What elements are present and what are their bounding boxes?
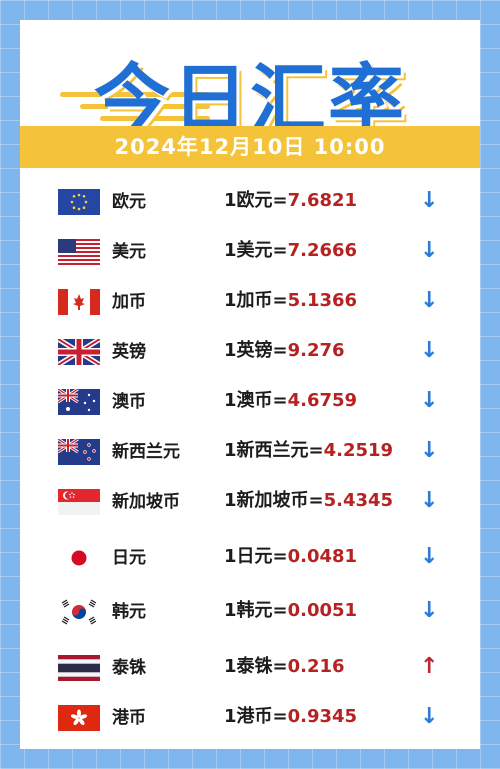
th-flag-icon bbox=[58, 655, 100, 681]
trend-up-arrow-icon: ↑ bbox=[420, 654, 439, 679]
trend-down-arrow-icon: ↓ bbox=[420, 488, 439, 513]
rate-value: 5.4345 bbox=[323, 490, 394, 511]
nz-flag-icon bbox=[58, 439, 100, 465]
hk-flag-icon bbox=[58, 705, 100, 731]
rate-row-hkd: 港币 1港币=0.9345 ↓ bbox=[20, 698, 480, 738]
trend-down-arrow-icon: ↓ bbox=[420, 238, 439, 263]
rate-value: 0.9345 bbox=[287, 706, 358, 727]
rate-text: 1美元=7.2666 bbox=[224, 237, 357, 265]
uk-flag-icon bbox=[58, 339, 100, 365]
rate-text: 1新西兰元=4.2519 bbox=[224, 437, 393, 465]
rate-label: 1新加坡币= bbox=[224, 490, 324, 511]
currency-name: 日元 bbox=[112, 548, 146, 568]
rate-text: 1日元=0.0481 bbox=[224, 543, 357, 571]
currency-name: 新西兰元 bbox=[112, 442, 180, 462]
rate-text: 1英镑=9.276 bbox=[224, 337, 345, 365]
trend-down-arrow-icon: ↓ bbox=[420, 338, 439, 363]
rate-text: 1欧元=7.6821 bbox=[224, 187, 357, 215]
currency-name: 欧元 bbox=[112, 192, 146, 212]
currency-name: 美元 bbox=[112, 242, 146, 262]
rate-label: 1澳币= bbox=[224, 390, 288, 411]
rate-row-usd: 美元 1美元=7.2666 ↓ bbox=[20, 232, 480, 272]
eu-flag-icon bbox=[58, 189, 100, 215]
rate-label: 1英镑= bbox=[224, 340, 288, 361]
currency-name: 英镑 bbox=[112, 342, 146, 362]
rate-value: 4.2519 bbox=[323, 440, 394, 461]
sg-flag-icon bbox=[58, 489, 100, 515]
rate-value: 7.6821 bbox=[287, 190, 358, 211]
rate-row-aud: 澳币 1澳币=4.6759 ↓ bbox=[20, 382, 480, 422]
rate-row-nzd: 新西兰元 1新西兰元=4.2519 ↓ bbox=[20, 432, 480, 472]
rate-label: 1新西兰元= bbox=[224, 440, 324, 461]
rate-value: 4.6759 bbox=[287, 390, 358, 411]
rate-value: 0.0051 bbox=[287, 600, 358, 621]
currency-name: 澳币 bbox=[112, 392, 146, 412]
rate-row-jpy: 日元 1日元=0.0481 ↓ bbox=[20, 538, 480, 578]
rate-label: 1欧元= bbox=[224, 190, 288, 211]
rate-row-krw: 韩元 1韩元=0.0051 ↓ bbox=[20, 592, 480, 632]
rate-label: 1加币= bbox=[224, 290, 288, 311]
rate-label: 1日元= bbox=[224, 546, 288, 567]
rate-row-cad: 加币 1加币=5.1366 ↓ bbox=[20, 282, 480, 322]
rate-text: 1澳币=4.6759 bbox=[224, 387, 357, 415]
trend-down-arrow-icon: ↓ bbox=[420, 188, 439, 213]
currency-name: 新加坡币 bbox=[112, 492, 180, 512]
rate-value: 7.2666 bbox=[287, 240, 358, 261]
currency-name: 加币 bbox=[112, 292, 146, 312]
rate-label: 1港币= bbox=[224, 706, 288, 727]
rate-row-eur: 欧元 1欧元=7.6821 ↓ bbox=[20, 182, 480, 222]
exchange-rate-card: 今日汇率 2024年12月10日 10:00 欧元 1欧元=7.6821 ↓ 美… bbox=[20, 20, 480, 749]
rate-row-sgd: 新加坡币 1新加坡币=5.4345 ↓ bbox=[20, 482, 480, 522]
ca-flag-icon bbox=[58, 289, 100, 315]
currency-name: 港币 bbox=[112, 708, 146, 728]
trend-down-arrow-icon: ↓ bbox=[420, 704, 439, 729]
kr-flag-icon bbox=[58, 599, 100, 625]
rate-text: 1新加坡币=5.4345 bbox=[224, 487, 393, 515]
trend-down-arrow-icon: ↓ bbox=[420, 388, 439, 413]
currency-name: 韩元 bbox=[112, 602, 146, 622]
rate-text: 1韩元=0.0051 bbox=[224, 597, 357, 625]
au-flag-icon bbox=[58, 389, 100, 415]
trend-down-arrow-icon: ↓ bbox=[420, 438, 439, 463]
trend-down-arrow-icon: ↓ bbox=[420, 598, 439, 623]
rate-label: 1泰铢= bbox=[224, 656, 288, 677]
rate-row-gbp: 英镑 1英镑=9.276 ↓ bbox=[20, 332, 480, 372]
rate-value: 5.1366 bbox=[287, 290, 358, 311]
us-flag-icon bbox=[58, 239, 100, 265]
jp-flag-icon bbox=[58, 545, 100, 571]
currency-name: 泰铢 bbox=[112, 658, 146, 678]
trend-down-arrow-icon: ↓ bbox=[420, 544, 439, 569]
rate-text: 1港币=0.9345 bbox=[224, 703, 357, 731]
rate-label: 1韩元= bbox=[224, 600, 288, 621]
rate-value: 0.0481 bbox=[287, 546, 358, 567]
rate-text: 1泰铢=0.216 bbox=[224, 653, 345, 681]
rate-value: 0.216 bbox=[287, 656, 345, 677]
trend-down-arrow-icon: ↓ bbox=[420, 288, 439, 313]
rate-row-thb: 泰铢 1泰铢=0.216 ↑ bbox=[20, 648, 480, 688]
date-time-banner: 2024年12月10日 10:00 bbox=[20, 126, 480, 168]
rate-label: 1美元= bbox=[224, 240, 288, 261]
rate-text: 1加币=5.1366 bbox=[224, 287, 357, 315]
rate-value: 9.276 bbox=[287, 340, 345, 361]
